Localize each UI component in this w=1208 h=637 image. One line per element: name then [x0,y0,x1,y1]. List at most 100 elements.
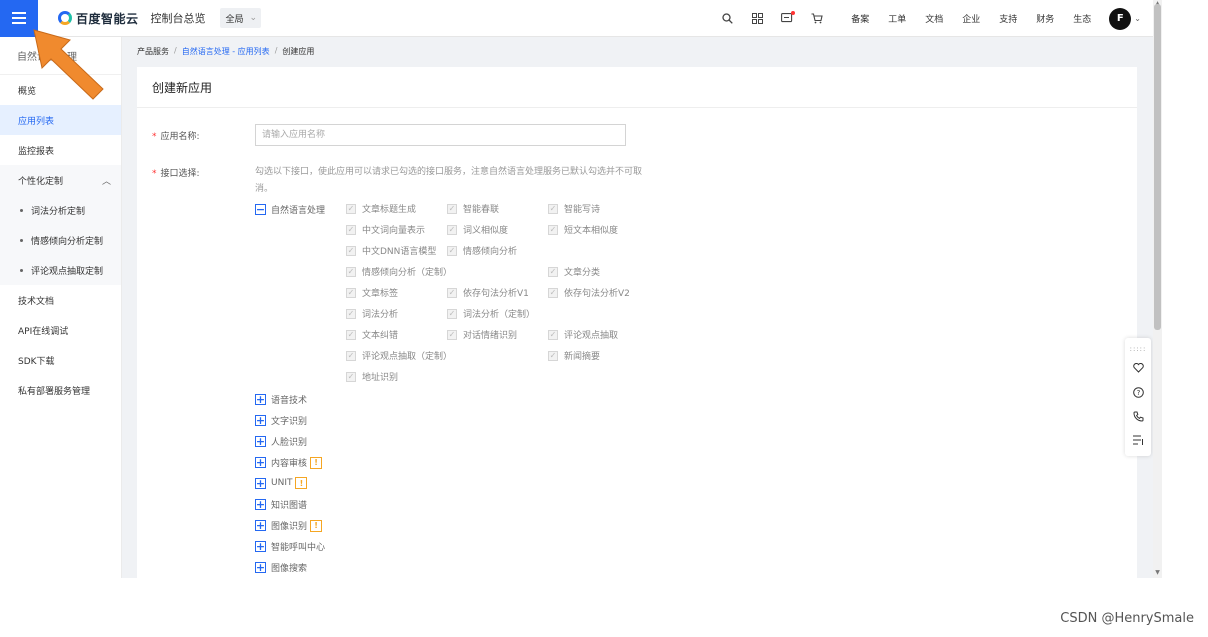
create-app-card: 创建新应用 *应用名称: *接口选择: 勾选以下接口，使此应用可以请求已勾选的接… [137,67,1137,578]
collapse-minus-icon[interactable]: − [255,204,266,215]
category-image-recognition[interactable]: + 图像识别! [255,519,323,532]
app-name-input[interactable] [255,124,626,146]
category-content-audit[interactable]: + 内容审核! [255,456,323,469]
avatar[interactable]: F [1109,7,1132,30]
api-checkbox[interactable]: ✓ 依存句法分析V1 [447,286,529,299]
floating-toolbar: ::::: ? [1125,338,1151,456]
breadcrumb: 产品服务 / 自然语言处理 - 应用列表 / 创建应用 [137,46,315,57]
grid-apps-icon[interactable] [742,13,772,24]
breadcrumb-root[interactable]: 产品服务 [137,46,169,57]
api-checkbox[interactable]: ✓ 评论观点抽取 [548,328,618,341]
sidebar-item-lexical-custom[interactable]: 词法分析定制 [0,195,121,225]
sidebar-item-tech-docs[interactable]: 技术文档 [0,285,121,315]
nav-link-enterprise[interactable]: 企业 [962,12,980,25]
sidebar-item-opinion-custom[interactable]: 评论观点抽取定制 [0,255,121,285]
check-icon: ✓ [346,308,356,319]
sidebar-group-custom[interactable]: 个性化定制 ︿ [0,165,121,195]
sidebar-item-monitor[interactable]: 监控报表 [0,135,121,165]
api-checkbox[interactable]: ✓ 文本纠错 [346,328,398,341]
bullet-dot [20,238,23,242]
expand-plus-icon: + [255,456,266,469]
check-icon: ✓ [447,308,457,319]
scroll-down-icon[interactable]: ▼ [1154,569,1161,576]
api-checkbox[interactable]: ✓ 词法分析（定制） [447,307,535,320]
api-checkbox[interactable]: ✓ 评论观点抽取（定制） [346,349,452,362]
check-icon: ✓ [548,203,558,214]
bullet-dot [20,208,23,212]
nav-link-ecosystem[interactable]: 生态 [1073,12,1091,25]
breadcrumb-app-list-link[interactable]: 自然语言处理 - 应用列表 [182,46,270,57]
category-image-search[interactable]: + 图像搜索 [255,561,307,574]
nav-link-ticket[interactable]: 工单 [888,12,906,25]
expand-plus-icon: + [255,540,266,553]
check-icon: ✓ [346,329,356,340]
list-icon[interactable] [1132,428,1144,452]
warning-icon: ! [310,456,323,469]
api-checkbox[interactable]: ✓ 中文词向量表示 [346,223,425,236]
help-icon[interactable]: ? [1132,380,1144,404]
category-call-center[interactable]: + 智能呼叫中心 [255,540,325,553]
check-icon: ✓ [447,287,457,298]
sidebar-item-app-list[interactable]: 应用列表 [0,105,121,135]
category-ocr[interactable]: + 文字识别 [255,414,307,427]
nav-link-support[interactable]: 支持 [999,12,1017,25]
api-checkbox[interactable]: ✓ 词法分析 [346,307,398,320]
check-icon: ✓ [548,329,558,340]
api-checkbox[interactable]: ✓ 文章标题生成 [346,202,416,215]
hamburger-icon [12,12,26,24]
check-icon: ✓ [548,266,558,277]
check-icon: ✓ [447,224,457,235]
message-icon[interactable] [772,11,802,24]
api-select-tip: 勾选以下接口，使此应用可以请求已勾选的接口服务，注意自然语言处理服务已默认勾选并… [255,167,643,194]
sidebar-item-api-debug[interactable]: API在线调试 [0,315,121,345]
expand-plus-icon: + [255,393,266,406]
heart-icon[interactable] [1132,356,1144,380]
console-overview-link[interactable]: 控制台总览 [151,10,206,26]
sidebar-item-sdk[interactable]: SDK下载 [0,345,121,375]
region-select[interactable]: 全局 ⌄ [219,8,262,28]
category-nlp[interactable]: − 自然语言处理 [255,203,325,216]
drag-handle-icon[interactable]: ::::: [1130,342,1147,356]
notification-dot [791,11,796,15]
api-checkbox[interactable]: ✓ 中文DNN语言模型 [346,244,436,257]
sidebar-item-private-deploy[interactable]: 私有部署服务管理 [0,375,121,405]
chevron-up-icon: ︿ [101,176,111,187]
bullet-dot [20,268,23,272]
api-checkbox[interactable]: ✓ 词义相似度 [447,223,508,236]
api-checkbox[interactable]: ✓ 短文本相似度 [548,223,618,236]
category-knowledge-graph[interactable]: + 知识图谱 [255,498,307,511]
api-checkbox[interactable]: ✓ 文章标签 [346,286,398,299]
scrollbar-thumb[interactable] [1154,4,1161,330]
api-checkbox[interactable]: ✓ 依存句法分析V2 [548,286,630,299]
category-speech[interactable]: + 语音技术 [255,393,307,406]
category-unit[interactable]: + UNIT! [255,477,308,489]
chevron-down-icon[interactable]: ⌄ [1134,14,1141,23]
sidebar-item-sentiment-custom[interactable]: 情感倾向分析定制 [0,225,121,255]
nav-link-finance[interactable]: 财务 [1036,12,1054,25]
nav-link-docs[interactable]: 文档 [925,12,943,25]
warning-icon: ! [310,519,323,532]
check-icon: ✓ [447,203,457,214]
api-checkbox[interactable]: ✓ 对话情绪识别 [447,328,517,341]
api-select-label: * 接口选择: [152,169,200,179]
page-scrollbar[interactable]: ▲ ▼ [1153,0,1162,578]
category-face[interactable]: + 人脸识别 [255,435,307,448]
api-checkbox[interactable]: ✓ 文章分类 [548,265,600,278]
api-checkbox[interactable]: ✓ 智能春联 [447,202,499,215]
cart-icon[interactable] [802,13,832,24]
api-checkbox[interactable]: ✓ 智能写诗 [548,202,600,215]
phone-icon[interactable] [1132,404,1144,428]
check-icon: ✓ [346,371,356,382]
top-navbar: 百度智能云 控制台总览 全局 ⌄ 备案 工单 文档 企业 支持 财务 生态 F … [0,0,1153,37]
watermark: CSDN @HenrySmale [1060,611,1194,626]
baidu-cloud-logo[interactable]: 百度智能云 [58,10,139,27]
api-checkbox[interactable]: ✓ 地址识别 [346,370,398,383]
api-checkbox[interactable]: ✓ 情感倾向分析 [447,244,517,257]
api-checkbox[interactable]: ✓ 情感倾向分析（定制） [346,265,452,278]
annotation-arrow-icon [33,29,104,100]
api-checkbox[interactable]: ✓ 新闻摘要 [548,349,600,362]
nav-link-beian[interactable]: 备案 [851,12,869,25]
check-icon: ✓ [447,245,457,256]
expand-plus-icon: + [255,435,266,448]
search-icon[interactable] [712,13,742,24]
